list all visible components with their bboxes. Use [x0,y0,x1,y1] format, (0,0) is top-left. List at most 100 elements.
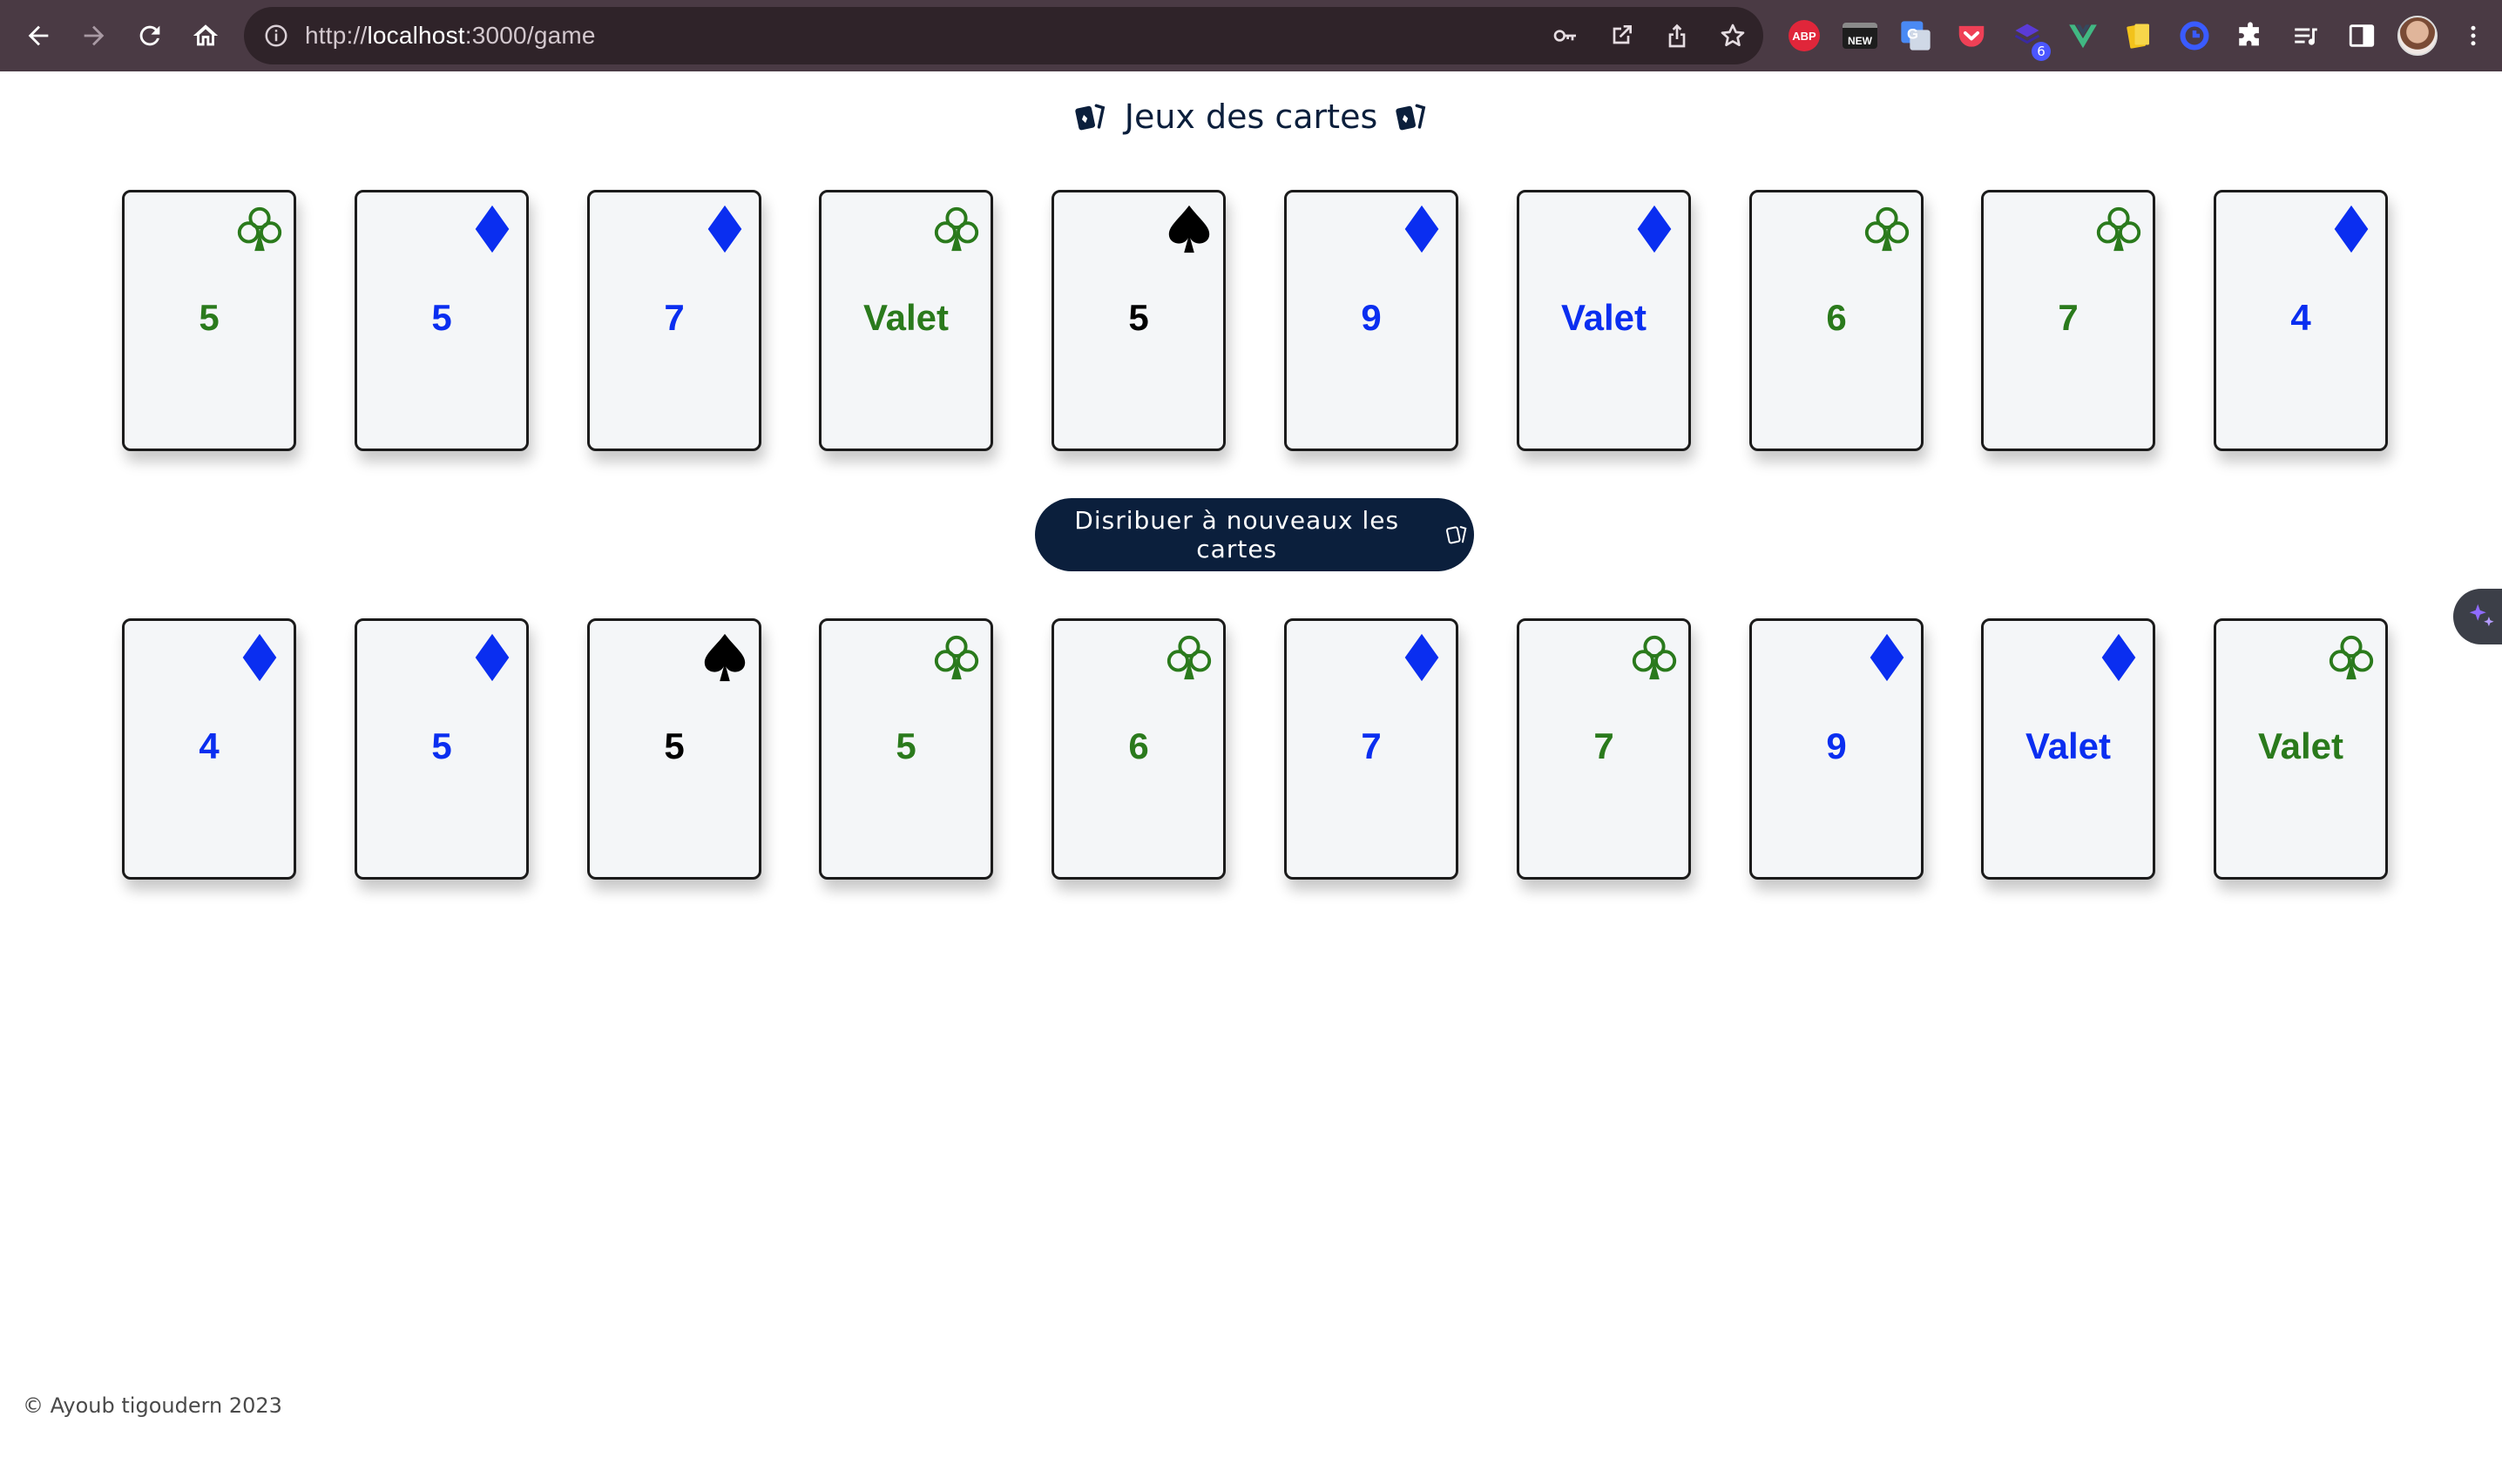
diamonds-suit-icon [1396,203,1447,255]
playing-card[interactable]: Valet [2214,618,2388,880]
card-rank: Valet [862,297,950,338]
share-icon[interactable] [1662,21,1692,51]
playing-cards-icon [1074,100,1107,133]
playing-card[interactable]: Valet [1981,618,2155,880]
clubs-suit-icon [234,203,285,255]
svg-text:G: G [1907,25,1918,42]
page-title: Jeux des cartes [0,98,2502,136]
page-title-text: Jeux des cartes [1124,98,1378,136]
media-queue-icon[interactable] [2286,16,2326,56]
arrow-right-icon [84,25,105,46]
card-rank: 4 [2290,297,2311,338]
home-icon [193,24,219,46]
playing-card[interactable]: Valet [819,190,993,451]
footer-copyright: © Ayoub tigoudern 2023 [23,1393,282,1418]
playing-card[interactable]: 6 [1749,190,1924,451]
google-translate-icon[interactable]: G [1896,16,1936,56]
kebab-menu-icon[interactable] [2453,16,2493,56]
playing-card[interactable]: 5 [587,618,761,880]
reload-button[interactable] [122,8,178,64]
diamonds-suit-icon [467,203,517,255]
assistant-side-tab[interactable] [2453,589,2502,644]
diamonds-suit-icon [1396,631,1447,684]
key-icon[interactable] [1551,21,1580,51]
new-tab-extension-icon[interactable]: NEW [1840,16,1880,56]
side-panel-icon[interactable] [2342,16,2382,56]
spades-suit-icon [700,631,750,684]
url-text: http://localhost:3000/game [305,22,596,49]
card-rank: 9 [1361,297,1382,338]
extensions-bar: ABP NEW G 6 [1784,0,2493,71]
card-rank: 7 [1593,725,1614,766]
playing-card[interactable]: 7 [1517,618,1691,880]
address-bar[interactable]: http://localhost:3000/game [244,7,1763,64]
playing-card[interactable]: 4 [122,618,296,880]
diamonds-suit-icon [1862,631,1912,684]
playing-card[interactable]: 5 [1052,190,1226,451]
playing-card[interactable]: 5 [355,190,529,451]
card-rank: 5 [431,297,452,338]
clubs-suit-icon [1629,631,1680,684]
playing-cards-icon [1446,526,1467,544]
diamonds-suit-icon [234,631,285,684]
deal-again-button-label: Disribuer à nouveaux les cartes [1074,506,1400,563]
blue-circle-extension-icon[interactable] [2174,16,2215,56]
card-rank: Valet [2257,725,2344,766]
forward-button[interactable] [66,8,122,64]
card-rank: 5 [1128,297,1149,338]
info-icon[interactable] [263,23,289,49]
abp-icon[interactable]: ABP [1784,16,1824,56]
clubs-suit-icon [1164,631,1214,684]
card-rank: Valet [1560,297,1647,338]
card-rank: 5 [664,725,685,766]
back-button[interactable] [10,8,66,64]
playing-card[interactable]: Valet [1517,190,1691,451]
card-rank: 7 [664,297,685,338]
diamonds-suit-icon [700,203,750,255]
clubs-suit-icon [1862,203,1912,255]
arrow-left-icon [28,25,49,46]
pocket-icon[interactable] [1951,16,1991,56]
playing-card[interactable]: 5 [122,190,296,451]
bookmark-star-icon[interactable] [1718,21,1748,51]
playing-card[interactable]: 9 [1749,618,1924,880]
open-in-new-icon[interactable] [1606,21,1636,51]
puzzle-extensions-icon[interactable] [2230,16,2270,56]
diamonds-suit-icon [1629,203,1680,255]
playing-cards-icon [1395,100,1428,133]
playing-card[interactable]: 5 [819,618,993,880]
home-button[interactable] [178,8,233,64]
clubs-suit-icon [2326,631,2377,684]
card-rank: Valet [2025,725,2112,766]
clubs-suit-icon [931,631,982,684]
card-rank: 5 [199,297,220,338]
card-rank: 7 [2058,297,2079,338]
playing-card[interactable]: 9 [1284,190,1458,451]
playing-card[interactable]: 7 [1284,618,1458,880]
card-rank: 7 [1361,725,1382,766]
playing-card[interactable]: 6 [1052,618,1226,880]
top-hand: 5 5 7 Valet 5 9 Valet 6 7 4 [122,190,2388,451]
reload-icon [139,25,160,46]
browser-toolbar: http://localhost:3000/game ABP NEW G 6 [0,0,2502,71]
vue-devtools-icon[interactable] [2063,16,2103,56]
profile-avatar[interactable] [2397,16,2438,56]
diamonds-suit-icon [2093,631,2144,684]
diamonds-suit-icon [467,631,517,684]
card-rank: 4 [199,725,220,766]
playing-card[interactable]: 4 [2214,190,2388,451]
card-rank: 6 [1826,297,1847,338]
card-rank: 5 [896,725,916,766]
card-rank: 9 [1826,725,1847,766]
card-rank: 5 [431,725,452,766]
extension-badge: 6 [2032,42,2051,61]
playing-card[interactable]: 5 [355,618,529,880]
diamonds-suit-icon [2326,203,2377,255]
bottom-hand: 4 5 5 5 6 7 7 9 Valet Valet [122,618,2388,880]
stack-extension-icon[interactable]: 6 [2007,16,2051,61]
playing-card[interactable]: 7 [1981,190,2155,451]
notes-extension-icon[interactable] [2119,16,2159,56]
deal-again-button[interactable]: Disribuer à nouveaux les cartes [1035,498,1474,571]
playing-card[interactable]: 7 [587,190,761,451]
sparkle-icon [2469,604,2494,627]
